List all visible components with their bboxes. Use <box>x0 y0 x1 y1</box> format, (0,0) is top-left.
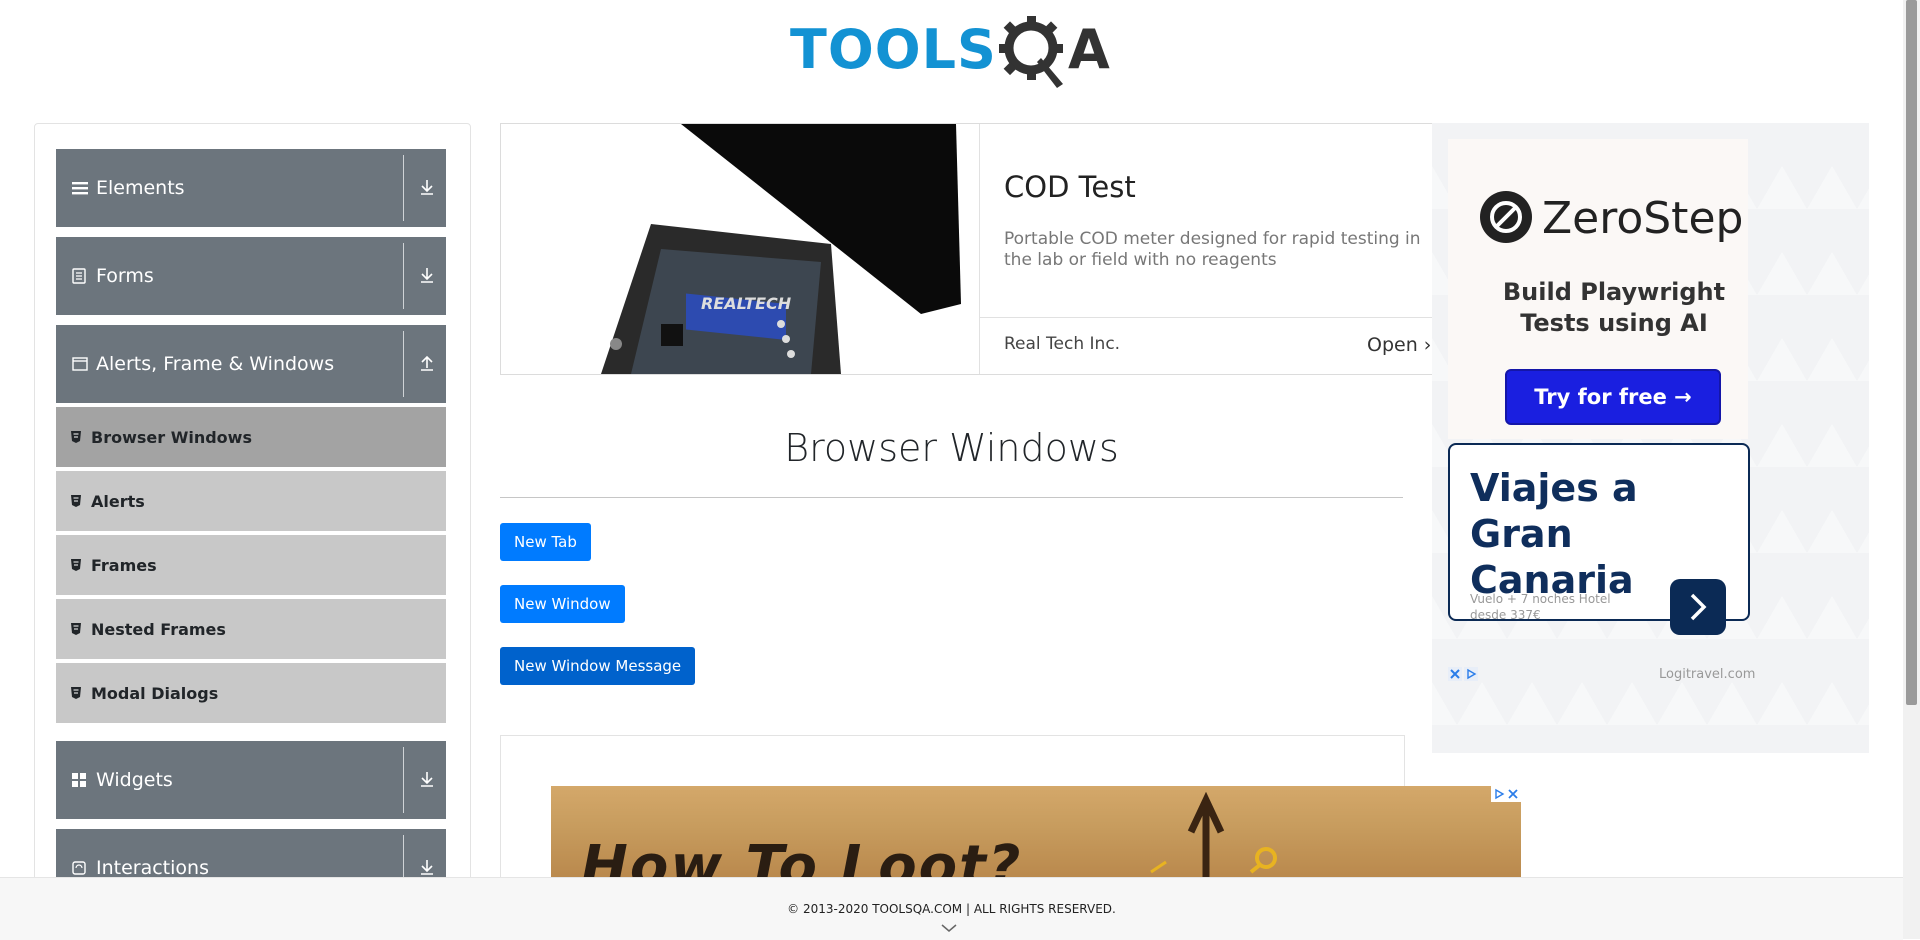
ad-choices[interactable] <box>1448 667 1478 681</box>
sidebar-group-label: Widgets <box>96 769 173 791</box>
download-arrow-icon[interactable] <box>416 176 438 198</box>
divider <box>979 124 980 374</box>
hamburger-icon <box>72 181 92 195</box>
bottom-ad-text: How To Loot? <box>581 834 1023 880</box>
sidebar-group-label: Alerts, Frame & Windows <box>96 353 335 375</box>
footer-copyright: © 2013-2020 TOOLSQA.COM | ALL RIGHTS RES… <box>787 902 1116 916</box>
zerostep-logo-icon <box>1480 191 1532 243</box>
sidebar-item-nested-frames[interactable]: Nested Frames <box>56 599 446 661</box>
sidebar-item-label: Modal Dialogs <box>91 683 219 703</box>
divider <box>500 497 1403 498</box>
product-ad-card[interactable]: REALTECH COD Test Portable COD meter des… <box>500 123 1437 375</box>
bottom-banner-ad[interactable]: How To Loot? <box>551 786 1521 880</box>
chevron-down-icon[interactable] <box>940 922 958 934</box>
sidebar-item-label: Browser Windows <box>91 427 252 447</box>
sidebar-group-widgets[interactable]: Widgets <box>56 741 446 819</box>
sidebar-item-frames[interactable]: Frames <box>56 535 446 597</box>
new-tab-button[interactable]: New Tab <box>500 523 591 561</box>
html5-icon <box>71 495 83 507</box>
scrollbar-thumb[interactable] <box>1906 0 1917 705</box>
try-for-free-button[interactable]: Try for free → <box>1505 369 1721 425</box>
ad-brand: Real Tech Inc. <box>1004 334 1121 354</box>
side-ad[interactable]: ZeroStep Build Playwright Tests using AI… <box>1432 123 1869 753</box>
ad-title: COD Test <box>1004 170 1136 204</box>
vertical-scrollbar[interactable] <box>1903 0 1920 939</box>
ad-description: Portable COD meter designed for rapid te… <box>1004 229 1421 270</box>
adchoices-icon[interactable] <box>1493 788 1505 800</box>
viajes-ad[interactable]: Viajes a Gran Canaria Vuelo + 7 noches H… <box>1448 443 1750 635</box>
ad-open-label: Open <box>1367 334 1418 356</box>
sidebar-item-label: Nested Frames <box>91 619 226 639</box>
device-label: REALTECH <box>701 294 792 313</box>
html5-icon <box>71 559 83 571</box>
gear-q-icon <box>999 16 1063 88</box>
zerostep-ad[interactable]: ZeroStep Build Playwright Tests using AI… <box>1448 139 1748 439</box>
sidebar-item-label: Frames <box>91 555 157 575</box>
compass-icon <box>1150 792 1277 880</box>
viajes-subtitle: Vuelo + 7 noches Hotel desde 337€ <box>1470 592 1611 622</box>
close-icon[interactable] <box>1448 667 1462 681</box>
divider <box>403 243 404 309</box>
sidebar-group-label: Elements <box>96 177 185 199</box>
widgets-icon <box>72 773 92 787</box>
divider <box>403 747 404 813</box>
document-icon <box>72 268 92 284</box>
sidebar-item-browser-windows[interactable]: Browser Windows <box>56 407 446 469</box>
zerostep-name: ZeroStep <box>1542 193 1744 244</box>
sidebar-group-alerts-frame-windows[interactable]: Alerts, Frame & Windows <box>56 325 446 403</box>
interactions-icon <box>72 861 92 875</box>
chevron-right-button[interactable] <box>1670 579 1726 635</box>
download-arrow-icon[interactable] <box>416 768 438 790</box>
sidebar-group-label: Forms <box>96 265 154 287</box>
logo-text-a: A <box>1068 18 1110 81</box>
html5-icon <box>71 687 83 699</box>
new-window-message-button[interactable]: New Window Message <box>500 647 696 685</box>
upload-arrow-icon[interactable] <box>416 352 438 374</box>
divider <box>980 317 1436 318</box>
sidebar-group-forms[interactable]: Forms <box>56 237 446 315</box>
page-title: Browser Windows <box>784 426 1119 470</box>
sidebar-item-alerts[interactable]: Alerts <box>56 471 446 533</box>
download-arrow-icon[interactable] <box>416 856 438 878</box>
ad-choices[interactable] <box>1491 786 1521 802</box>
ad-open-link[interactable]: Open › <box>1367 334 1431 356</box>
zerostep-headline: Build Playwright Tests using AI <box>1502 278 1726 337</box>
cod-meter-image: REALTECH <box>501 124 979 374</box>
download-arrow-icon[interactable] <box>416 264 438 286</box>
sidebar-item-modal-dialogs[interactable]: Modal Dialogs <box>56 663 446 725</box>
adchoices-icon[interactable] <box>1464 667 1478 681</box>
divider <box>403 331 404 397</box>
close-icon[interactable] <box>1507 788 1519 800</box>
sidebar-group-label: Interactions <box>96 857 209 879</box>
sidebar-item-label: Alerts <box>91 491 145 511</box>
chevron-right-icon: › <box>1423 334 1432 356</box>
footer: © 2013-2020 TOOLSQA.COM | ALL RIGHTS RES… <box>0 877 1903 940</box>
html5-icon <box>71 431 83 443</box>
viajes-brand: Logitravel.com <box>1659 667 1756 682</box>
html5-icon <box>71 623 83 635</box>
logo-text-tools: TOOLS <box>790 18 997 81</box>
new-window-button[interactable]: New Window <box>500 585 625 623</box>
window-icon <box>72 357 92 371</box>
sidebar-group-elements[interactable]: Elements <box>56 149 446 227</box>
divider <box>403 155 404 221</box>
toolsqa-logo[interactable]: TOOLS A <box>790 14 1118 90</box>
